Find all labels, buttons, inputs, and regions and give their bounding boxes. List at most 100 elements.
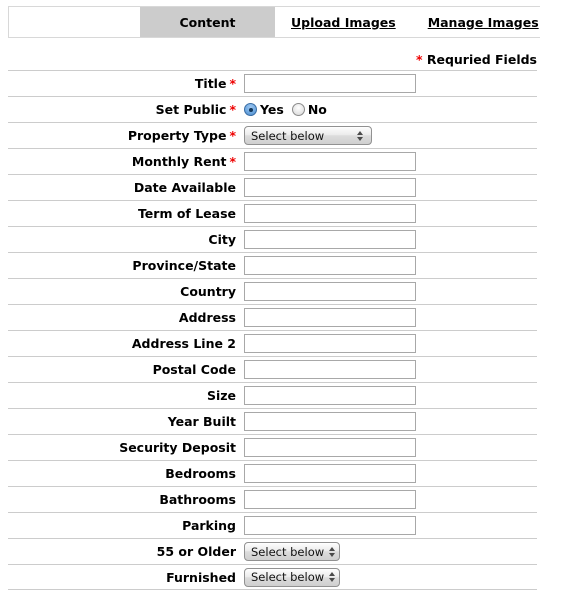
- label-title: Title *: [8, 76, 240, 91]
- field-city: [240, 227, 537, 252]
- set-public-radio-no[interactable]: No: [291, 102, 327, 117]
- form-row-55-or-older: 55 or Older Select below: [8, 538, 537, 564]
- property-content-form: Title * Set Public * Yes No Property Type * Sele…: [8, 70, 537, 590]
- label-size: Size: [8, 388, 240, 403]
- tab-content-label: Content: [179, 14, 236, 30]
- required-asterisk-icon: *: [229, 102, 236, 117]
- form-row-province-state: Province/State: [8, 252, 537, 278]
- tab-content[interactable]: Content: [140, 7, 275, 37]
- label-furnished: Furnished: [8, 570, 240, 585]
- size-input[interactable]: [244, 386, 416, 405]
- term-of-lease-input[interactable]: [244, 204, 416, 223]
- address-line-2-input[interactable]: [244, 334, 416, 353]
- form-row-address-line-2: Address Line 2: [8, 330, 537, 356]
- field-set-public: Yes No: [240, 97, 537, 122]
- year-built-input[interactable]: [244, 412, 416, 431]
- date-available-input[interactable]: [244, 178, 416, 197]
- label-year-built: Year Built: [8, 414, 240, 429]
- label-text: Address: [178, 310, 236, 325]
- form-row-furnished: Furnished Select below: [8, 564, 537, 590]
- field-postal-code: [240, 357, 537, 382]
- label-text: Address Line 2: [131, 336, 236, 351]
- label-province-state: Province/State: [8, 258, 240, 273]
- label-text: Parking: [182, 518, 236, 533]
- required-fields-note: * Requried Fields: [0, 52, 537, 67]
- tab-manage-images[interactable]: Manage Images: [411, 7, 555, 37]
- field-monthly-rent: [240, 149, 537, 174]
- form-row-year-built: Year Built: [8, 408, 537, 434]
- required-fields-label: Requried Fields: [426, 52, 537, 67]
- label-55-or-older: 55 or Older: [8, 544, 240, 559]
- form-row-term-of-lease: Term of Lease: [8, 200, 537, 226]
- 55-or-older-select[interactable]: Select below: [244, 542, 340, 561]
- furnished-select[interactable]: Select below: [244, 567, 340, 587]
- form-row-city: City: [8, 226, 537, 252]
- postal-code-input[interactable]: [244, 360, 416, 379]
- label-text: Bathrooms: [159, 492, 236, 507]
- address-input[interactable]: [244, 308, 416, 327]
- field-address-line-2: [240, 331, 537, 356]
- security-deposit-input[interactable]: [244, 438, 416, 457]
- country-input[interactable]: [244, 282, 416, 301]
- label-text: Postal Code: [152, 362, 236, 377]
- radio-selected-icon[interactable]: [244, 103, 257, 116]
- form-row-monthly-rent: Monthly Rent *: [8, 148, 537, 174]
- field-bathrooms: [240, 487, 537, 512]
- label-monthly-rent: Monthly Rent *: [8, 154, 240, 169]
- label-text: Property Type: [127, 128, 227, 143]
- form-row-set-public: Set Public * Yes No: [8, 96, 537, 122]
- updown-chevron-icon: [328, 545, 337, 559]
- label-text: Year Built: [167, 414, 236, 429]
- set-public-radio-group: Yes No: [244, 102, 327, 117]
- field-country: [240, 279, 537, 304]
- required-asterisk-icon: *: [229, 128, 236, 143]
- city-input[interactable]: [244, 230, 416, 249]
- set-public-radio-yes[interactable]: Yes: [244, 102, 284, 117]
- tab-bar: Content Upload Images Manage Images: [8, 6, 555, 38]
- field-year-built: [240, 409, 537, 434]
- title-input[interactable]: [244, 74, 416, 93]
- tab-manage-images-label[interactable]: Manage Images: [428, 15, 539, 30]
- form-row-property-type: Property Type * Select below: [8, 122, 537, 148]
- tab-bar-left-spacer: [9, 7, 140, 37]
- field-furnished: Select below: [240, 565, 537, 589]
- field-province-state: [240, 253, 537, 278]
- bathrooms-input[interactable]: [244, 490, 416, 509]
- label-address: Address: [8, 310, 240, 325]
- label-security-deposit: Security Deposit: [8, 440, 240, 455]
- form-row-bathrooms: Bathrooms: [8, 486, 537, 512]
- updown-chevron-icon: [328, 570, 337, 584]
- required-asterisk-icon: *: [415, 52, 423, 67]
- radio-label: No: [307, 102, 327, 117]
- label-date-available: Date Available: [8, 180, 240, 195]
- radio-unselected-icon[interactable]: [291, 103, 305, 116]
- label-country: Country: [8, 284, 240, 299]
- field-address: [240, 305, 537, 330]
- label-text: Furnished: [166, 569, 236, 585]
- bedrooms-input[interactable]: [244, 464, 416, 483]
- form-row-postal-code: Postal Code: [8, 356, 537, 382]
- select-value: Select below: [251, 128, 325, 143]
- monthly-rent-input[interactable]: [244, 152, 416, 171]
- label-property-type: Property Type *: [8, 128, 240, 143]
- field-bedrooms: [240, 461, 537, 486]
- form-row-size: Size: [8, 382, 537, 408]
- property-type-select[interactable]: Select below: [244, 126, 372, 145]
- label-bedrooms: Bedrooms: [8, 466, 240, 481]
- parking-input[interactable]: [244, 516, 416, 535]
- tab-upload-images[interactable]: Upload Images: [275, 7, 412, 37]
- field-55-or-older: Select below: [240, 539, 537, 564]
- field-date-available: [240, 175, 537, 200]
- label-text: 55 or Older: [156, 544, 236, 559]
- select-value: Select below: [251, 570, 325, 584]
- form-row-title: Title *: [8, 70, 537, 96]
- tab-upload-images-label[interactable]: Upload Images: [291, 15, 396, 30]
- label-text: Set Public: [155, 102, 227, 117]
- label-text: Date Available: [133, 180, 236, 195]
- label-text: Title: [194, 76, 227, 91]
- label-text: Country: [180, 284, 236, 299]
- label-text: Bedrooms: [165, 466, 236, 481]
- label-text: Security Deposit: [119, 440, 236, 455]
- field-security-deposit: [240, 435, 537, 460]
- province-state-input[interactable]: [244, 256, 416, 275]
